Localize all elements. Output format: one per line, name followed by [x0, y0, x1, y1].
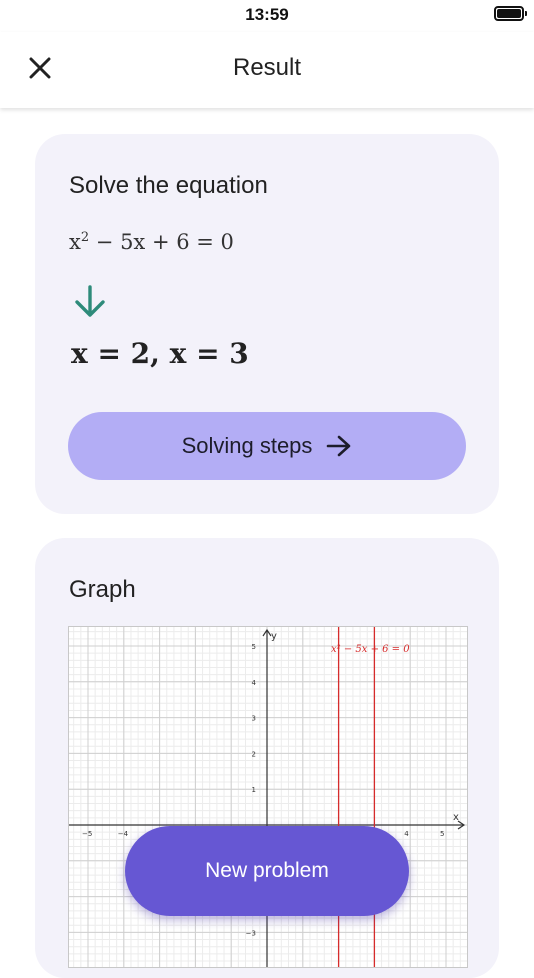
y-tick-label: 2 — [252, 750, 256, 758]
solving-steps-button[interactable]: Solving steps — [68, 412, 466, 480]
y-tick-label: 5 — [252, 643, 256, 651]
status-bar: 13:59 — [0, 0, 534, 32]
equation-rest: − 5x + 6 = 0 — [89, 230, 234, 254]
curve-label: x² − 5x + 6 = 0 — [331, 644, 410, 655]
x-tick-label: −4 — [118, 830, 129, 838]
result-card-title: Solve the equation — [69, 172, 268, 199]
y-tick-label: 1 — [252, 786, 256, 794]
graph-card-title: Graph — [69, 576, 136, 603]
x-axis-label: x — [453, 812, 459, 823]
page-title: Result — [232, 54, 302, 81]
arrow-down-icon — [75, 285, 105, 317]
new-problem-button[interactable]: New problem — [125, 826, 409, 916]
x-tick-label: 4 — [404, 830, 409, 838]
x-tick-label: 5 — [440, 830, 444, 838]
arrow-right-icon — [327, 435, 351, 457]
battery-icon — [494, 6, 527, 21]
y-axis-label: y — [271, 631, 277, 642]
status-time: 13:59 — [245, 5, 289, 24]
equation-base: x — [69, 230, 81, 254]
result-card: Solve the equation x2 − 5x + 6 = 0 x = 2… — [35, 134, 499, 514]
equation: x2 − 5x + 6 = 0 — [69, 230, 234, 254]
equation-exponent: 2 — [80, 230, 90, 245]
answer: x = 2, x = 3 — [71, 337, 249, 370]
new-problem-label: New problem — [205, 859, 329, 882]
graph-svg: x y −5 −4 4 5 5 4 3 2 1 −3 x² − 5x + 6 = 0 — [69, 627, 467, 967]
y-tick-label: 3 — [252, 715, 256, 723]
y-tick-label: 4 — [252, 679, 257, 687]
solving-steps-label: Solving steps — [181, 433, 313, 458]
y-tick-label: −3 — [246, 929, 256, 937]
graph-plot[interactable]: x y −5 −4 4 5 5 4 3 2 1 −3 x² − 5x + 6 = 0 — [68, 626, 468, 968]
nav-bar: Result — [0, 32, 534, 108]
x-tick-label: −5 — [82, 830, 92, 838]
